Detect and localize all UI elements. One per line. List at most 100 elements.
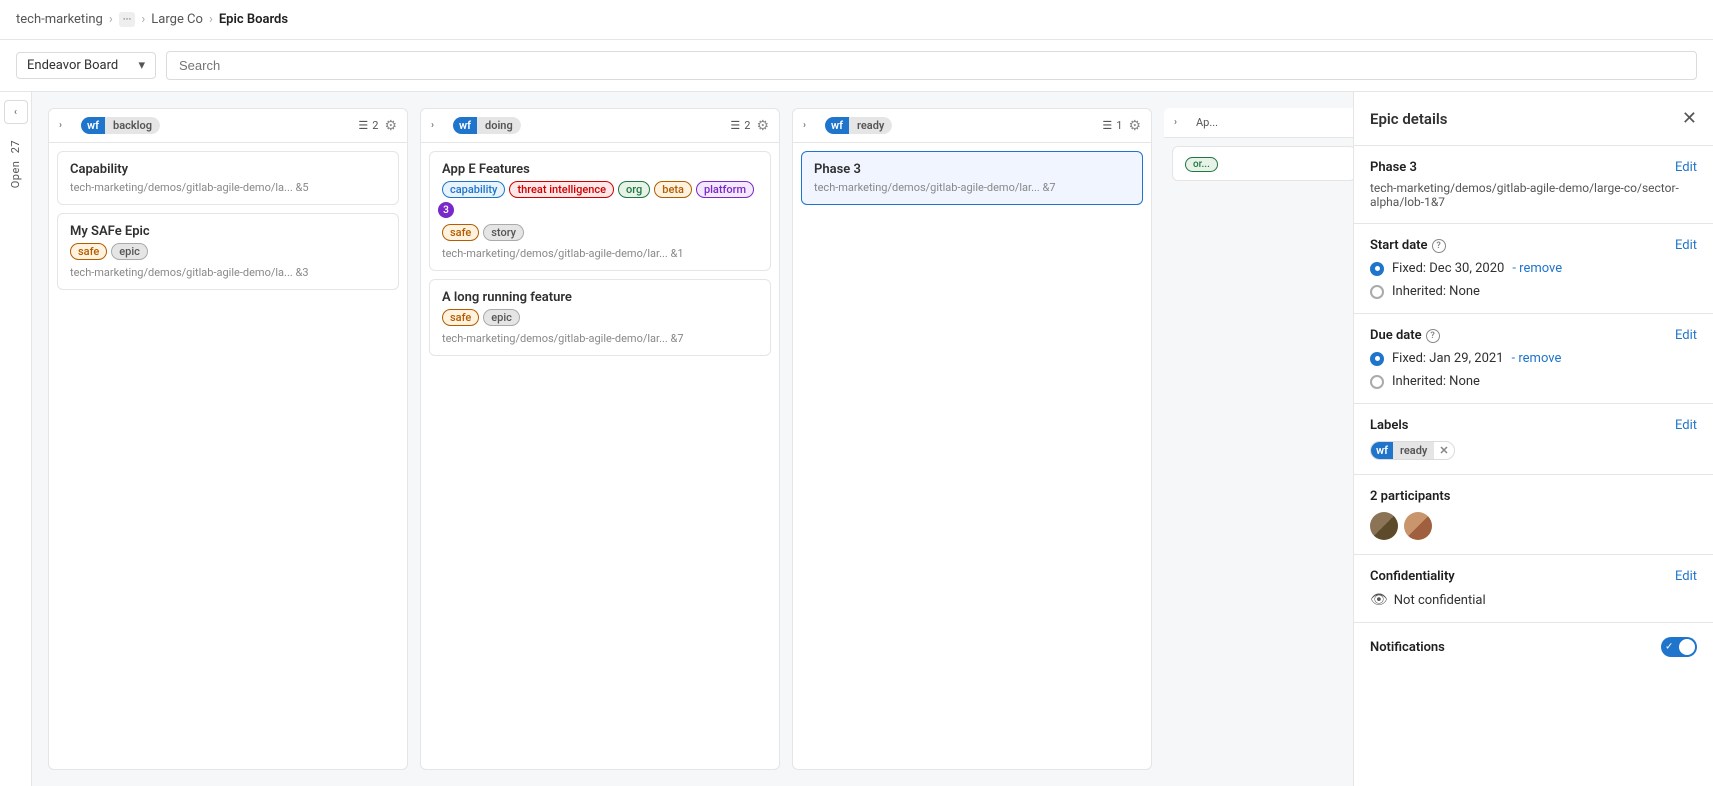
- board-selector[interactable]: Endeavor Board ▾: [16, 52, 156, 79]
- start-date-inherited-text: Inherited: None: [1392, 284, 1480, 299]
- radio-inherited-start[interactable]: [1370, 285, 1384, 299]
- phase-row: Phase 3 Edit: [1370, 160, 1697, 175]
- list-icon: ☰: [1102, 119, 1112, 132]
- partial-card-content: or...: [1185, 157, 1343, 170]
- cards-area-doing: App E Features capability threat intelli…: [421, 143, 779, 769]
- settings-icon[interactable]: ⚙: [756, 118, 769, 134]
- left-sidebar: ‹ Open 27: [0, 92, 32, 786]
- card-capability[interactable]: Capability tech-marketing/demos/gitlab-a…: [57, 151, 399, 205]
- main-layout: ‹ Open 27 › wf backlog ☰ 2 ⚙: [0, 92, 1713, 786]
- expand-icon[interactable]: ›: [59, 120, 75, 131]
- due-date-remove-link[interactable]: - remove: [1512, 351, 1562, 366]
- label-remove-button[interactable]: ✕: [1434, 442, 1453, 459]
- close-button[interactable]: ✕: [1682, 108, 1697, 129]
- card-title: App E Features: [442, 162, 758, 177]
- start-date-fixed-option: Fixed: Dec 30, 2020 - remove: [1370, 261, 1697, 276]
- card-long-running[interactable]: A long running feature safe epic tech-ma…: [429, 279, 771, 356]
- nav-org[interactable]: tech-marketing: [16, 12, 103, 27]
- nav-sep-3: ›: [209, 12, 213, 27]
- phase-edit-button[interactable]: Edit: [1675, 160, 1697, 175]
- confidentiality-label: Confidentiality: [1370, 569, 1455, 584]
- radio-inherited-due[interactable]: [1370, 375, 1384, 389]
- nav-current: Epic Boards: [219, 12, 288, 27]
- confidentiality-edit-button[interactable]: Edit: [1675, 569, 1697, 584]
- due-date-section: Due date ? Edit Fixed: Jan 29, 2021 - re…: [1354, 314, 1713, 404]
- top-nav: tech-marketing › ··· › Large Co › Epic B…: [0, 0, 1713, 40]
- cards-area-backlog: Capability tech-marketing/demos/gitlab-a…: [49, 143, 407, 769]
- card-tags: safe epic: [442, 309, 758, 326]
- ready-label: ready: [849, 117, 892, 134]
- partial-col-label: Ap...: [1196, 116, 1218, 129]
- start-date-inherited-option: Inherited: None: [1370, 284, 1697, 299]
- start-date-label: Start date ?: [1370, 238, 1446, 253]
- count-value: 1: [1116, 119, 1122, 132]
- partial-card[interactable]: or...: [1172, 146, 1353, 181]
- due-date-row: Due date ? Edit: [1370, 328, 1697, 343]
- card-title: Phase 3: [814, 162, 1130, 177]
- phase-section: Phase 3 Edit tech-marketing/demos/gitlab…: [1354, 146, 1713, 224]
- due-date-fixed-text: Fixed: Jan 29, 2021: [1392, 351, 1504, 366]
- card-title: Capability: [70, 162, 386, 177]
- card-mysafe[interactable]: My SAFe Epic safe epic tech-marketing/de…: [57, 213, 399, 290]
- card-app-e-features[interactable]: App E Features capability threat intelli…: [429, 151, 771, 271]
- radio-fixed-start[interactable]: [1370, 262, 1384, 276]
- details-header: Epic details ✕: [1354, 92, 1713, 146]
- notifications-toggle[interactable]: ✓: [1661, 637, 1697, 657]
- start-date-row: Start date ? Edit: [1370, 238, 1697, 253]
- notifications-section: Notifications ✓: [1354, 623, 1713, 671]
- column-count-ready: ☰ 1: [1102, 119, 1122, 132]
- tag-safe: safe: [70, 243, 107, 260]
- tag-beta: beta: [654, 181, 692, 198]
- search-input[interactable]: [166, 51, 1697, 80]
- due-date-label: Due date ?: [1370, 328, 1440, 343]
- column-header-doing: › wf doing ☰ 2 ⚙: [421, 109, 779, 143]
- nav-dots[interactable]: ···: [119, 12, 136, 27]
- info-icon: ?: [1432, 239, 1446, 253]
- avatar-1: [1370, 512, 1398, 540]
- expand-icon[interactable]: ›: [803, 120, 819, 131]
- participants-section: 2 participants: [1354, 475, 1713, 555]
- phase-path: tech-marketing/demos/gitlab-agile-demo/l…: [1370, 181, 1697, 209]
- board-label: Endeavor Board: [27, 58, 118, 73]
- column-count-backlog: ☰ 2: [358, 119, 378, 132]
- due-date-edit-button[interactable]: Edit: [1675, 328, 1697, 343]
- info-icon-due: ?: [1426, 329, 1440, 343]
- wf-badge-doing: wf doing: [453, 117, 521, 134]
- card-title: A long running feature: [442, 290, 758, 305]
- settings-icon[interactable]: ⚙: [384, 118, 397, 134]
- labels-edit-button[interactable]: Edit: [1675, 418, 1697, 433]
- start-date-remove-link[interactable]: - remove: [1512, 261, 1562, 276]
- column-backlog: › wf backlog ☰ 2 ⚙ Capability tech-marke…: [48, 108, 408, 770]
- list-icon: ☰: [730, 119, 740, 132]
- start-date-fixed-text: Fixed: Dec 30, 2020: [1392, 261, 1504, 276]
- nav-parent[interactable]: Large Co: [151, 12, 203, 27]
- count-value: 2: [372, 119, 378, 132]
- board-area: › wf backlog ☰ 2 ⚙ Capability tech-marke…: [32, 92, 1353, 786]
- expand-icon[interactable]: ›: [431, 120, 447, 131]
- wf-badge-backlog: wf backlog: [81, 117, 160, 134]
- sidebar-toggle-button[interactable]: ‹: [4, 100, 28, 124]
- column-header-backlog: › wf backlog ☰ 2 ⚙: [49, 109, 407, 143]
- settings-icon[interactable]: ⚙: [1128, 118, 1141, 134]
- checkmark-icon: ✓: [1665, 642, 1673, 653]
- label-wf-ready: wf ready ✕: [1370, 441, 1455, 460]
- card-phase3[interactable]: Phase 3 tech-marketing/demos/gitlab-agil…: [801, 151, 1143, 205]
- tag-epic: epic: [111, 243, 148, 260]
- label-wf-part: wf: [1371, 442, 1393, 459]
- confidentiality-value-row: 👁 Not confidential: [1370, 592, 1697, 608]
- tag-org: org: [618, 181, 650, 198]
- tag-story: story: [483, 224, 524, 241]
- notifications-label: Notifications: [1370, 640, 1445, 655]
- start-date-edit-button[interactable]: Edit: [1675, 238, 1697, 253]
- tag-org-partial: or...: [1185, 157, 1218, 172]
- due-date-fixed-option: Fixed: Jan 29, 2021 - remove: [1370, 351, 1697, 366]
- card-tags: safe epic: [70, 243, 386, 260]
- card-path: tech-marketing/demos/gitlab-agile-demo/l…: [70, 181, 386, 194]
- epic-details-panel: Epic details ✕ Phase 3 Edit tech-marketi…: [1353, 92, 1713, 786]
- sidebar-label: Open 27: [9, 140, 22, 188]
- nav-sep-1: ›: [109, 12, 113, 27]
- expand-icon[interactable]: ›: [1174, 117, 1190, 128]
- wf-label: wf: [453, 117, 477, 134]
- column-header-ready: › wf ready ☰ 1 ⚙: [793, 109, 1151, 143]
- radio-fixed-due[interactable]: [1370, 352, 1384, 366]
